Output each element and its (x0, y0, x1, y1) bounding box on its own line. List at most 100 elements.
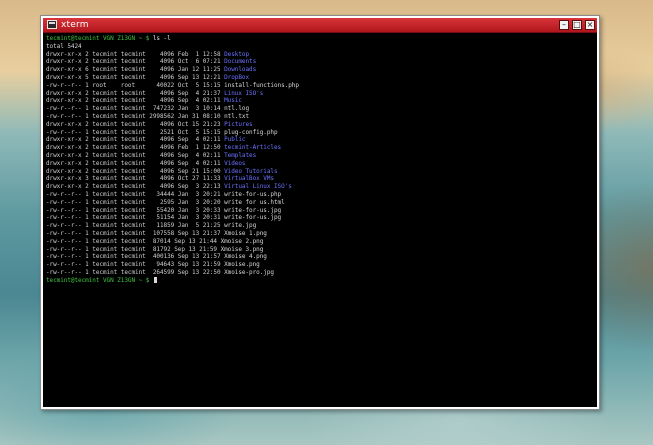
listing-row: -rw-r--r-- 1 tecmint tecmint 11859 Jan 5… (46, 222, 299, 230)
listing-row: drwxr-xr-x 2 tecmint tecmint 4096 Oct 6 … (46, 58, 299, 66)
listing-row: -rw-r--r-- 1 tecmint tecmint 400136 Sep … (46, 253, 299, 261)
listing-row: drwxr-xr-x 2 tecmint tecmint 4096 Sep 4 … (46, 160, 299, 168)
listing-row-meta: drwxr-xr-x 6 tecmint tecmint 4096 Jan 12… (46, 66, 225, 74)
text-cursor (153, 276, 157, 283)
listing-row-meta: -rw-r--r-- 1 tecmint tecmint 107558 Sep … (46, 229, 225, 237)
maximize-button[interactable]: □ (572, 20, 582, 30)
listing-row: drwxr-xr-x 2 tecmint tecmint 4096 Sep 4 … (46, 152, 299, 160)
shell-prompt: tecmint@tecmint VGN Z13GN ~ $ (46, 35, 150, 42)
listing-row: -rw-r--r-- 1 tecmint tecmint 2595 Jan 3 … (46, 199, 299, 207)
listing-row: -rw-r--r-- 1 tecmint tecmint 264599 Sep … (46, 269, 299, 277)
listing-row: -rw-r--r-- 1 root root 40022 Oct 5 15:15… (46, 82, 299, 90)
listing-row-meta: drwxr-xr-x 2 tecmint tecmint 4096 Oct 15… (46, 120, 225, 128)
listing-row-meta: drwxr-xr-x 2 tecmint tecmint 4096 Sep 4 … (46, 97, 225, 105)
listing-row: drwxr-xr-x 3 tecmint tecmint 4096 Oct 27… (46, 175, 299, 183)
listing-row-meta: -rw-r--r-- 1 tecmint tecmint 81792 Sep 1… (46, 245, 221, 253)
minimize-button[interactable]: – (559, 20, 569, 30)
listing-row: -rw-r--r-- 1 tecmint tecmint 107558 Sep … (46, 230, 299, 238)
listing-row-directory-name: DropBox (224, 73, 250, 81)
listing-row-file-name: write for us.html (224, 198, 285, 206)
listing-row-directory-name: Video Tutorials (224, 167, 278, 175)
window-title: xterm (61, 20, 89, 30)
listing-row-meta: drwxr-xr-x 2 tecmint tecmint 4096 Sep 4 … (46, 136, 225, 144)
total-line: total 5424 (46, 42, 82, 50)
listing-row-meta: -rw-r--r-- 1 tecmint tecmint 2595 Jan 3 … (46, 198, 225, 206)
listing-row: drwxr-xr-x 2 tecmint tecmint 4096 Feb 1 … (46, 144, 299, 152)
listing-row: drwxr-xr-x 2 tecmint tecmint 4096 Sep 21… (46, 168, 299, 176)
final-shell-prompt: tecmint@tecmint VGN Z13GN ~ $ (46, 276, 150, 284)
listing-row-file-name: plug-config.php (224, 128, 278, 136)
listing-row-meta: drwxr-xr-x 2 tecmint tecmint 4096 Feb 1 … (46, 144, 225, 152)
listing-row-meta: drwxr-xr-x 2 tecmint tecmint 4096 Sep 21… (46, 167, 225, 175)
listing-row-file-name: Xmoise 2.png (220, 237, 264, 245)
terminal-area[interactable]: tecmint@tecmint VGN Z13GN ~ $ ls -l tota… (43, 33, 597, 407)
listing-row-file-name: write-for-us.jpg (224, 214, 282, 222)
listing-row-meta: drwxr-xr-x 5 tecmint tecmint 4096 Sep 13… (46, 73, 225, 81)
listing-row: -rw-r--r-- 1 tecmint tecmint 2521 Oct 5 … (46, 129, 299, 137)
listing-row-meta: -rw-r--r-- 1 tecmint tecmint 747232 Jan … (46, 105, 225, 113)
listing-row: drwxr-xr-x 2 tecmint tecmint 4096 Sep 4 … (46, 90, 299, 98)
listing-row-directory-name: VirtualBox VMs (224, 175, 274, 183)
listing-row-directory-name: tecmint-Articles (224, 144, 282, 152)
listing-row: -rw-r--r-- 1 tecmint tecmint 51154 Jan 3… (46, 214, 299, 222)
listing-row: drwxr-xr-x 2 tecmint tecmint 4096 Sep 3 … (46, 183, 299, 191)
listing-row-meta: -rw-r--r-- 1 tecmint tecmint 2521 Oct 5 … (46, 128, 225, 136)
listing-row: drwxr-xr-x 2 tecmint tecmint 4096 Sep 4 … (46, 136, 299, 144)
listing-row-file-name: ntl.log (224, 105, 250, 113)
listing-row: -rw-r--r-- 1 tecmint tecmint 2998562 Jan… (46, 113, 299, 121)
listing-row-meta: drwxr-xr-x 2 tecmint tecmint 4096 Sep 3 … (46, 183, 225, 191)
listing-row-meta: drwxr-xr-x 2 tecmint tecmint 4096 Oct 6 … (46, 58, 225, 66)
listing-row-meta: -rw-r--r-- 1 tecmint tecmint 264599 Sep … (46, 268, 225, 276)
listing-row: -rw-r--r-- 1 tecmint tecmint 87014 Sep 1… (46, 238, 299, 246)
shell-command: ls -l (149, 35, 171, 42)
final-prompt-line: tecmint@tecmint VGN Z13GN ~ $ (46, 276, 299, 285)
listing-row-file-name: install-functions.php (224, 81, 299, 89)
listing-row: -rw-r--r-- 1 tecmint tecmint 747232 Jan … (46, 105, 299, 113)
listing-row-directory-name: Public (224, 136, 246, 144)
listing-row-file-name: write.jpg (224, 222, 257, 230)
listing-row-meta: drwxr-xr-x 3 tecmint tecmint 4096 Oct 27… (46, 175, 225, 183)
listing-row-directory-name: Desktop (224, 50, 250, 58)
listing-row-meta: -rw-r--r-- 1 tecmint tecmint 51154 Jan 3… (46, 214, 225, 222)
listing-row-directory-name: Documents (224, 58, 257, 66)
listing-row: drwxr-xr-x 6 tecmint tecmint 4096 Jan 12… (46, 66, 299, 74)
close-button[interactable]: × (585, 20, 595, 30)
listing-row-file-name: write-for-us.php (224, 190, 282, 198)
listing-row-file-name: Xmoise.png (224, 261, 260, 269)
listing-row: drwxr-xr-x 5 tecmint tecmint 4096 Sep 13… (46, 74, 299, 82)
listing-row: drwxr-xr-x 2 tecmint tecmint 4096 Oct 15… (46, 121, 299, 129)
terminal-output: tecmint@tecmint VGN Z13GN ~ $ ls -l tota… (46, 35, 299, 285)
listing-row-meta: drwxr-xr-x 2 tecmint tecmint 4096 Sep 4 … (46, 159, 225, 167)
listing-row-meta: -rw-r--r-- 1 tecmint tecmint 87014 Sep 1… (46, 237, 221, 245)
listing-row-file-name: ntl.txt (224, 112, 250, 120)
listing-row: drwxr-xr-x 2 tecmint tecmint 4096 Sep 4 … (46, 97, 299, 105)
title-bar[interactable]: xterm – □ × (43, 18, 597, 33)
listing-row-meta: drwxr-xr-x 2 tecmint tecmint 4096 Sep 4 … (46, 151, 225, 159)
listing-row-file-name: Xmoise-pro.jpg (224, 268, 274, 276)
listing-row-file-name: write-for-us.jpg (224, 206, 282, 214)
command-line: tecmint@tecmint VGN Z13GN ~ $ ls -l (46, 35, 299, 43)
listing-row-meta: -rw-r--r-- 1 tecmint tecmint 11859 Jan 5… (46, 222, 225, 230)
listing-row-directory-name: Virtual Linux ISO's (224, 183, 292, 191)
listing-row-file-name: Xmoise 4.png (224, 253, 267, 261)
listing-row-file-name: Xmoise 1.png (224, 229, 267, 237)
listing-row: -rw-r--r-- 1 tecmint tecmint 81792 Sep 1… (46, 246, 299, 254)
listing-row-meta: drwxr-xr-x 2 tecmint tecmint 4096 Feb 1 … (46, 50, 225, 58)
listing-row-meta: drwxr-xr-x 2 tecmint tecmint 4096 Sep 4 … (46, 89, 225, 97)
listing-row-file-name: Xmoise 3.png (220, 245, 264, 253)
listing-row: drwxr-xr-x 2 tecmint tecmint 4096 Feb 1 … (46, 51, 299, 59)
listing-row-directory-name: Pictures (224, 120, 253, 128)
listing-row-directory-name: Downloads (224, 66, 257, 74)
xterm-window[interactable]: xterm – □ × tecmint@tecmint VGN Z13GN ~ … (40, 15, 600, 410)
listing-row-meta: -rw-r--r-- 1 root root 40022 Oct 5 15:15 (46, 81, 225, 89)
listing-row-meta: -rw-r--r-- 1 tecmint tecmint 55420 Jan 3… (46, 206, 225, 214)
listing-row-meta: -rw-r--r-- 1 tecmint tecmint 94643 Sep 1… (46, 261, 225, 269)
listing-row-directory-name: Templates (224, 151, 257, 159)
listing-row-meta: -rw-r--r-- 1 tecmint tecmint 400136 Sep … (46, 253, 225, 261)
listing-row: -rw-r--r-- 1 tecmint tecmint 55420 Jan 3… (46, 207, 299, 215)
listing-row-directory-name: Music (224, 97, 242, 105)
listing-row: -rw-r--r-- 1 tecmint tecmint 94643 Sep 1… (46, 261, 299, 269)
listing-row-meta: -rw-r--r-- 1 tecmint tecmint 34444 Jan 3… (46, 190, 225, 198)
listing-row-meta: -rw-r--r-- 1 tecmint tecmint 2998562 Jan… (46, 112, 225, 120)
terminal-app-icon[interactable] (47, 20, 57, 29)
